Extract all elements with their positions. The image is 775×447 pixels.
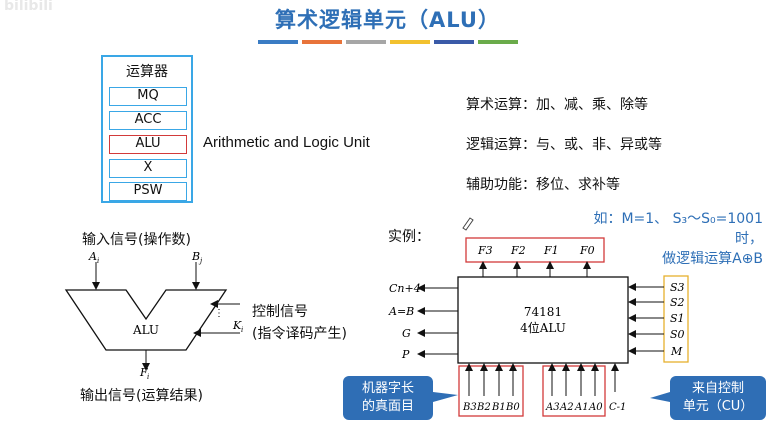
pin-s0: S0 — [670, 328, 685, 341]
pin-cn4: Cn+4 — [389, 282, 421, 295]
right-arrows — [628, 283, 664, 355]
pin-b3: B3 — [462, 402, 477, 413]
callout-right-line-1: 来自控制 — [691, 381, 744, 396]
pin-f3: F3 — [477, 244, 493, 257]
pin-s3: S3 — [670, 281, 685, 294]
bottom-b-arrows — [465, 363, 517, 396]
pin-a3: A3 — [545, 402, 560, 413]
input-a-sub: i — [97, 257, 99, 265]
pin-a-eq-b: A=B — [388, 305, 414, 318]
pin-p: P — [401, 348, 410, 361]
pin-g: G — [402, 327, 411, 340]
bottom-a-arrows — [548, 363, 599, 396]
pencil-icon — [462, 217, 474, 231]
callout-right-line-2: 单元（CU） — [682, 399, 754, 414]
input-a-var: A — [88, 250, 97, 263]
control-dots: ⋮ — [214, 308, 224, 319]
control-sub: i — [241, 326, 243, 334]
pin-f2: F2 — [510, 244, 526, 257]
output-sub: i — [147, 373, 149, 381]
pin-f0: F0 — [579, 244, 595, 257]
pin-b1: B1 — [491, 402, 506, 413]
pin-s2: S2 — [670, 296, 685, 309]
pin-a0: A0 — [588, 402, 603, 413]
alu-body-label: ALU — [132, 323, 159, 337]
pin-m: M — [670, 345, 683, 358]
callout-word-length: 机器字长 的真面目 — [343, 376, 433, 420]
pin-b0: B0 — [505, 402, 520, 413]
callout-left-pointer — [433, 392, 458, 402]
input-b-var: B — [191, 250, 200, 263]
chip-name: 74181 — [524, 305, 562, 319]
callout-left-line-2: 的真面目 — [361, 399, 414, 414]
pin-b2: B2 — [476, 402, 491, 413]
top-arrows — [479, 261, 591, 277]
chip-desc: 4位ALU — [520, 320, 566, 335]
callout-left-line-1: 机器字长 — [361, 381, 414, 396]
pin-s1: S1 — [670, 312, 685, 325]
left-arrows — [417, 284, 458, 358]
pin-a2: A2 — [559, 402, 574, 413]
callout-right-pointer — [650, 392, 670, 402]
pin-carry-in: C-1 — [609, 402, 626, 413]
chip-74181: 74181 4位ALU F3 F2 F1 F0 Cn+4 A=B G P S3 … — [388, 237, 689, 417]
pin-a1: A1 — [574, 402, 589, 413]
callout-control-unit: 来自控制 单元（CU） — [670, 376, 766, 420]
pin-f1: F1 — [543, 244, 559, 257]
alu-symbol: ALU A i B j ⋮ K i F i — [64, 250, 243, 381]
